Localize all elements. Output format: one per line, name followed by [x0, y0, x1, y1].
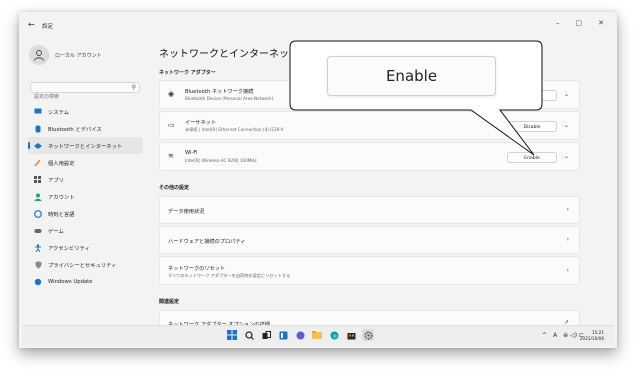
clock-date: 2021/10/06: [579, 336, 604, 341]
settings-window: ← 設定 – ▢ ✕ ローカル アカウント ⚲ システム Bluetooth と…: [22, 15, 614, 345]
task-view-icon[interactable]: [260, 329, 272, 341]
chat-icon[interactable]: [294, 329, 306, 341]
store-icon[interactable]: [345, 329, 357, 341]
system-tray[interactable]: ^ A ⊕ ◁) ⊏: [542, 332, 584, 339]
taskbar: ^ A ⊕ ◁) ⊏ 15:21 2021/10/06: [22, 325, 614, 345]
chevron-up-icon[interactable]: ^: [542, 332, 547, 339]
taskbar-icons: [226, 329, 374, 341]
taskbar-clock[interactable]: 15:21 2021/10/06: [580, 330, 604, 342]
search-icon[interactable]: [243, 329, 255, 341]
ime-indicator[interactable]: A: [553, 332, 557, 339]
settings-icon[interactable]: [362, 329, 374, 341]
callout-text: Enable: [327, 56, 496, 96]
file-explorer-icon[interactable]: [311, 329, 323, 341]
widgets-icon[interactable]: [277, 329, 289, 341]
edge-icon[interactable]: [328, 329, 340, 341]
callout-bubble: [289, 40, 543, 156]
windows-start-icon[interactable]: [226, 329, 238, 341]
